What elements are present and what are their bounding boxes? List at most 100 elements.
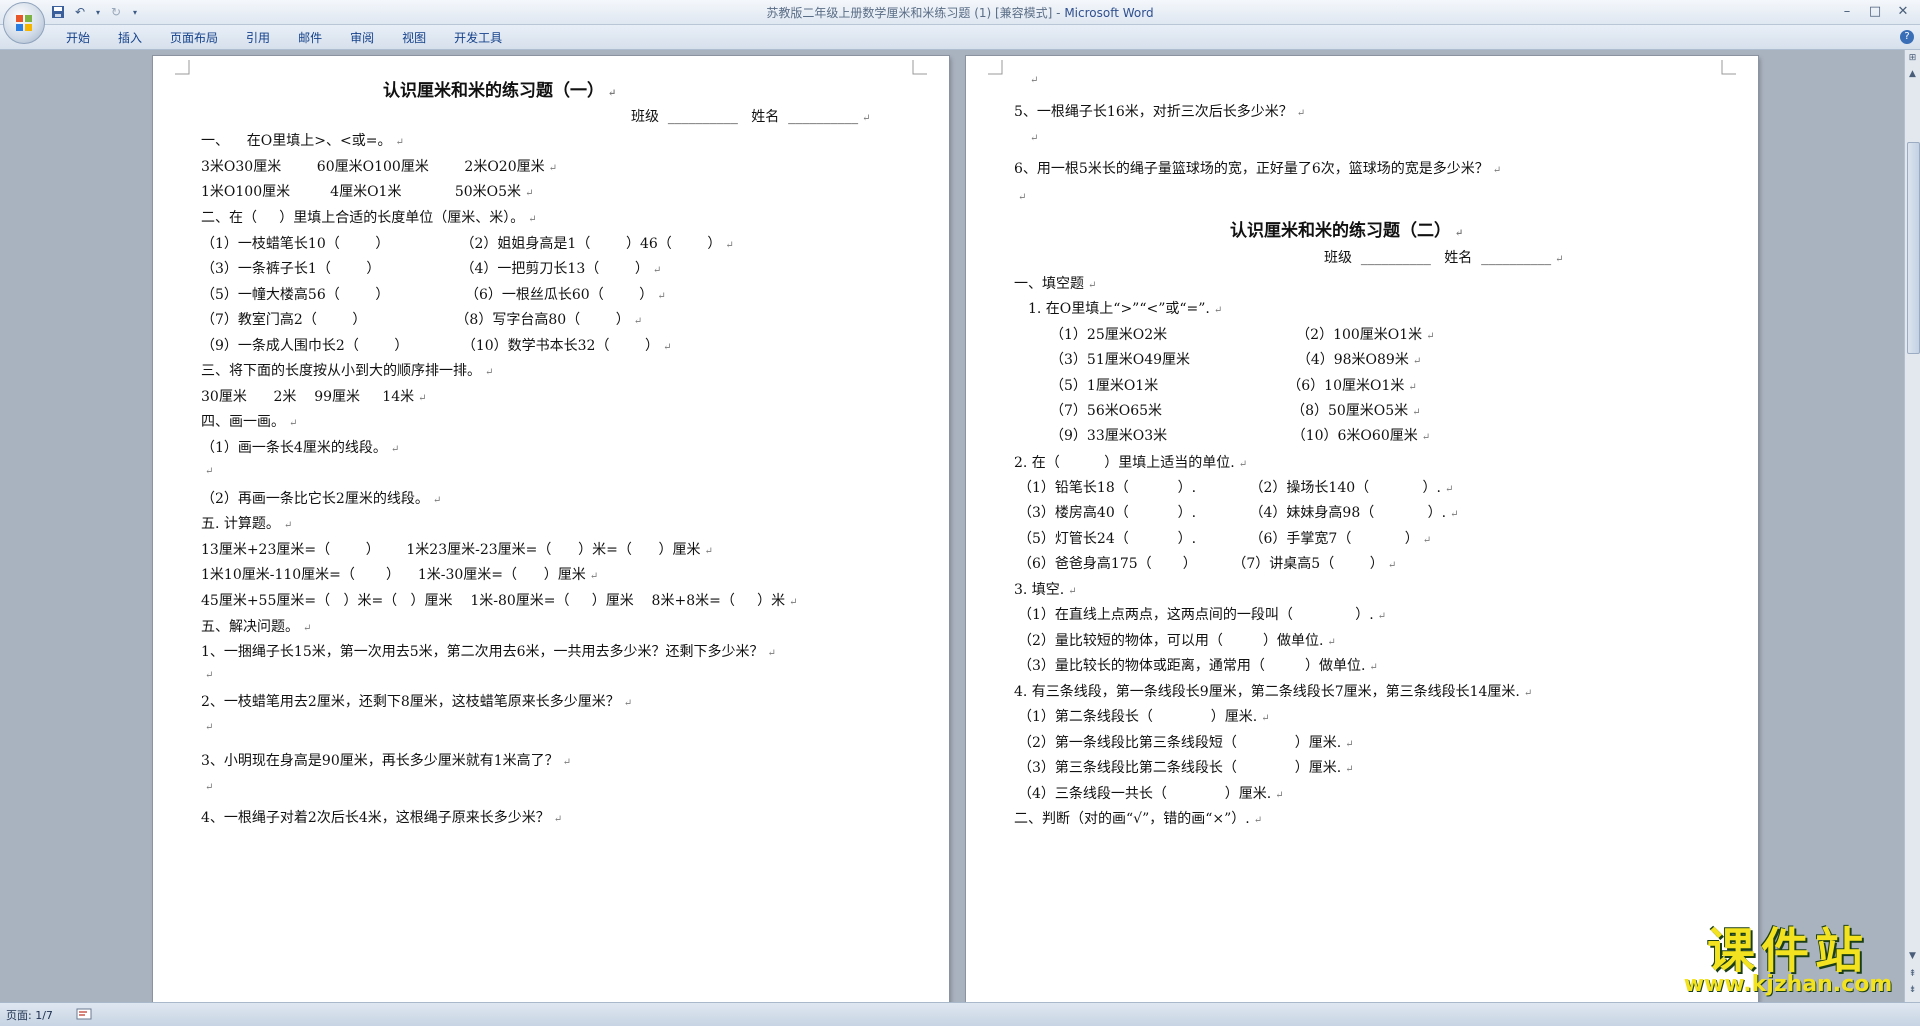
document-line[interactable]: （9）33厘米O3米 （10）6米O60厘米 ↵ — [1050, 425, 1430, 445]
line-text: 5、一根绳子长16米，对折三次后长多少米？ — [1014, 104, 1293, 120]
paragraph-mark-icon: ↵ — [528, 214, 537, 225]
tab-insert[interactable]: 插入 — [104, 29, 156, 47]
document-line[interactable]: （5）灯管长24（ ）. （6）手掌宽7（ ） ↵ — [1018, 528, 1431, 548]
watermark-title: 课件站 — [1706, 923, 1869, 979]
document-line[interactable]: 班级 __________ 姓名 __________ ↵ — [1324, 247, 1564, 267]
document-line[interactable]: 45厘米+55厘米=（ ）米=（ ）厘米 1米-80厘米=（ ）厘米 8米+8米… — [201, 590, 797, 610]
tab-view[interactable]: 视图 — [388, 29, 440, 47]
document-line[interactable]: 一、 在O里填上>、<或=。 ↵ — [201, 130, 404, 150]
paragraph-mark-icon: ↵ — [789, 597, 798, 608]
document-line[interactable]: 3、小明现在身高是90厘米，再长多少厘米就有1米高了？ ↵ — [201, 750, 571, 770]
paragraph-mark-icon: ↵ — [1455, 228, 1464, 239]
paragraph-mark-icon: ↵ — [289, 418, 298, 429]
tab-mailings[interactable]: 邮件 — [284, 29, 336, 47]
document-line[interactable]: （7）教室门高2（ ） （8）写字台高80（ ） ↵ — [201, 309, 642, 329]
document-line[interactable]: 1米O100厘米 4厘米O1米 50米O5米 ↵ — [201, 181, 533, 201]
document-line[interactable]: 4. 有三条线段，第一条线段长9厘米，第二条线段长7厘米，第三条线段长14厘米.… — [1014, 681, 1532, 701]
document-line[interactable]: 6、用一根5米长的绳子量篮球场的宽，正好量了6次，篮球场的宽是多少米？ ↵ — [1014, 158, 1501, 178]
scroll-up-icon[interactable]: ▲ — [1906, 68, 1919, 81]
line-text: （7）56米O65米 （8）50厘米O5米 — [1050, 403, 1409, 419]
document-line[interactable]: （1）第二条线段长（ ）厘米. ↵ — [1018, 706, 1270, 726]
document-line[interactable]: 2. 在（ ）里填上适当的单位. ↵ — [1014, 452, 1247, 472]
document-line[interactable]: （3）一条裤子长1（ ） （4）一把剪刀长13（ ） ↵ — [201, 258, 661, 278]
vertical-scrollbar[interactable]: ⊞ ▲ ▼ ⇞ ⇟ — [1904, 50, 1920, 1002]
document-line[interactable]: 二、判断（对的画“√”，错的画“×”）. ↵ — [1014, 808, 1262, 828]
office-button[interactable] — [3, 2, 45, 44]
document-line[interactable]: ↵ — [1014, 188, 1026, 204]
document-line[interactable]: （9）一条成人围巾长2（ ） （10）数学书本长32（ ） ↵ — [201, 335, 671, 355]
document-line[interactable]: 3米O30厘米 60厘米O100厘米 2米O20厘米 ↵ — [201, 156, 557, 176]
document-line[interactable]: 五. 计算题。 ↵ — [201, 513, 292, 533]
line-text: （1）在直线上点两点，这两点间的一段叫（ ）. — [1018, 607, 1374, 623]
document-line[interactable]: 1. 在O里填上“>”“<”或“=”. ↵ — [1028, 298, 1222, 318]
tab-references[interactable]: 引用 — [232, 29, 284, 47]
document-line[interactable]: 5、一根绳子长16米，对折三次后长多少米？ ↵ — [1014, 101, 1305, 121]
document-line[interactable]: ↵ — [1026, 71, 1038, 87]
document-line[interactable]: （1）在直线上点两点，这两点间的一段叫（ ）. ↵ — [1018, 604, 1386, 624]
help-icon[interactable]: ? — [1900, 30, 1914, 44]
document-area[interactable]: 认识厘米和米的练习题（一） ↵ 班级 __________ 姓名 _________… — [0, 50, 1904, 1002]
document-line[interactable]: （1）一枝蜡笔长10（ ） （2）姐姐身高是1（ ）46（ ） ↵ — [201, 233, 734, 253]
document-line[interactable]: 4、一根绳子对着2次后长4米，这根绳子原来长多少米？ ↵ — [201, 807, 562, 827]
document-line[interactable]: 五、解决问题。 ↵ — [201, 616, 311, 636]
worksheet-title[interactable]: 认识厘米和米的练习题（一） ↵ — [383, 76, 616, 101]
document-line[interactable]: 四、画一画。 ↵ — [201, 411, 297, 431]
page-number-indicator[interactable]: 页面: 1/7 — [6, 1007, 53, 1023]
line-text: 认识厘米和米的练习题（二） — [1230, 221, 1451, 241]
document-line[interactable]: （3）51厘米O49厘米 （4）98米O89米 ↵ — [1050, 349, 1421, 369]
document-line[interactable]: （1）25厘米O2米 （2）100厘米O1米 ↵ — [1050, 324, 1435, 344]
page-1[interactable]: 认识厘米和米的练习题（一） ↵ 班级 __________ 姓名 _________… — [153, 56, 949, 1002]
document-line[interactable]: （1）铅笔长18（ ）. （2）操场长140（ ）. ↵ — [1018, 477, 1453, 497]
document-line[interactable]: 13厘米+23厘米=（ ） 1米23厘米-23厘米=（ ）米=（ ）厘米 ↵ — [201, 539, 713, 559]
document-line[interactable]: 3. 填空. ↵ — [1014, 579, 1077, 599]
document-line[interactable]: （1）画一条长4厘米的线段。 ↵ — [201, 437, 399, 457]
document-line[interactable]: ↵ — [201, 718, 213, 734]
document-line[interactable]: 2、一枝蜡笔用去2厘米，还剩下8厘米，这枝蜡笔原来长多少厘米？ ↵ — [201, 691, 632, 711]
minimize-icon[interactable]: – — [1834, 2, 1860, 20]
document-line[interactable]: 1、一捆绳子长15米，第一次用去5米，第二次用去6米，一共用去多少米？还剩下多少… — [201, 641, 776, 661]
document-line[interactable]: （3）量比较长的物体或距离，通常用（ ）做单位. ↵ — [1018, 655, 1378, 675]
line-text: （3）一条裤子长1（ ） （4）一把剪刀长13（ ） — [201, 261, 649, 277]
line-text: （3）量比较长的物体或距离，通常用（ ）做单位. — [1018, 658, 1366, 674]
maximize-icon[interactable]: □ — [1862, 2, 1888, 20]
document-line[interactable]: （2）再画一条比它长2厘米的线段。 ↵ — [201, 488, 441, 508]
document-line[interactable]: 二、在（ ）里填上合适的长度单位（厘米、米）。 ↵ — [201, 207, 537, 227]
document-line[interactable]: 1米10厘米-110厘米=（ ） 1米-30厘米=（ ）厘米 ↵ — [201, 564, 598, 584]
document-line[interactable]: ↵ — [201, 778, 213, 794]
document-line[interactable]: （5）1厘米O1米 （6）10厘米O1米 ↵ — [1050, 375, 1417, 395]
proofing-icon[interactable] — [76, 1008, 92, 1020]
tab-page-layout[interactable]: 页面布局 — [156, 29, 232, 47]
tab-review[interactable]: 审阅 — [336, 29, 388, 47]
document-line[interactable]: 班级 __________ 姓名 __________ ↵ — [631, 106, 871, 126]
paragraph-mark-icon: ↵ — [525, 188, 534, 199]
close-icon[interactable]: ✕ — [1890, 2, 1916, 20]
document-line[interactable]: ↵ — [201, 666, 213, 682]
document-line[interactable]: （2）量比较短的物体，可以用（ ）做单位. ↵ — [1018, 630, 1336, 650]
worksheet-title[interactable]: 认识厘米和米的练习题（二） ↵ — [1230, 216, 1463, 241]
paragraph-mark-icon: ↵ — [767, 648, 776, 659]
document-line[interactable]: ↵ — [201, 462, 213, 478]
office-logo-icon — [16, 15, 32, 31]
line-text: 二、判断（对的画“√”，错的画“×”）. — [1014, 811, 1250, 827]
status-bar: 页面: 1/7 — [0, 1002, 1920, 1026]
ruler-toggle-icon[interactable]: ⊞ — [1906, 52, 1919, 65]
document-line[interactable]: （3）第三条线段比第二条线段长（ ）厘米. ↵ — [1018, 757, 1354, 777]
page-2[interactable]: ↵ 5、一根绳子长16米，对折三次后长多少米？ ↵ ↵ 6、用一根5米长的绳子量篮球场的… — [966, 56, 1758, 1002]
paragraph-mark-icon: ↵ — [663, 342, 672, 353]
tab-home[interactable]: 开始 — [52, 29, 104, 47]
paragraph-mark-icon: ↵ — [1213, 305, 1223, 316]
scroll-thumb[interactable] — [1907, 142, 1920, 354]
document-line[interactable]: 一、填空题 ↵ — [1014, 273, 1096, 293]
document-line[interactable]: （5）一幢大楼高56（ ） （6）一根丝瓜长60（ ） ↵ — [201, 284, 666, 304]
document-line[interactable]: （7）56米O65米 （8）50厘米O5米 ↵ — [1050, 400, 1421, 420]
line-text: （1）第二条线段长（ ）厘米. — [1018, 709, 1258, 725]
document-line[interactable]: 三、将下面的长度按从小到大的顺序排一排。 ↵ — [201, 360, 493, 380]
document-line[interactable]: （2）第一条线段比第三条线段短（ ）厘米. ↵ — [1018, 732, 1354, 752]
document-line[interactable]: ↵ — [1026, 129, 1038, 145]
document-line[interactable]: （4）三条线段一共长（ ）厘米. ↵ — [1018, 783, 1284, 803]
document-line[interactable]: （6）爸爸身高175（ ） （7）讲桌高5（ ） ↵ — [1018, 553, 1396, 573]
paragraph-mark-icon: ↵ — [1275, 790, 1284, 801]
document-line[interactable]: 30厘米 2米 99厘米 14米 ↵ — [201, 386, 427, 406]
document-line[interactable]: （3）楼房高40（ ）. （4）妹妹身高98（ ）. ↵ — [1018, 502, 1459, 522]
tab-developer[interactable]: 开发工具 — [440, 29, 516, 47]
